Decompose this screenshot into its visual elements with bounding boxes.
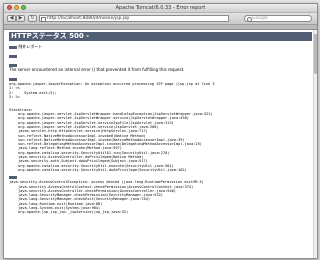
browser-window: Apache Tomcat/6.0.33 - Error report ◀ ▶ … bbox=[3, 3, 318, 259]
message-label bbox=[9, 54, 17, 58]
search-placeholder: Google bbox=[252, 16, 268, 21]
window-title: Apache Tomcat/6.0.33 - Error report bbox=[115, 5, 206, 11]
root-cause-block: java.security.AccessControlException: ac… bbox=[9, 180, 312, 214]
title-bar[interactable]: Apache Tomcat/6.0.33 - Error report bbox=[4, 4, 317, 13]
back-arrow-icon: ◀ bbox=[9, 15, 14, 21]
reload-icon: ↻ bbox=[30, 15, 35, 21]
root-cause-label bbox=[9, 175, 17, 179]
scrollbar-thumb[interactable] bbox=[314, 34, 317, 74]
forward-button[interactable]: ▶ bbox=[16, 15, 25, 22]
search-icon bbox=[247, 17, 252, 22]
browser-toolbar: ◀ ▶ ↻ http://localhost:8080/dmosen/jsp.j… bbox=[4, 13, 317, 25]
stack-frame: org.apache.catalina.security.SecurityUti… bbox=[18, 167, 187, 172]
page-favicon-icon bbox=[41, 17, 46, 22]
forward-arrow-icon: ▶ bbox=[18, 15, 23, 21]
reload-button[interactable]: ↻ bbox=[28, 15, 37, 22]
exception-block: org.apache.jasper.JasperException: An ex… bbox=[9, 82, 312, 172]
url-text: http://localhost:8080/dmosen/jsp.jsp bbox=[47, 16, 130, 21]
search-input[interactable]: Google bbox=[244, 15, 312, 22]
type-value: 例外レポート bbox=[18, 44, 43, 49]
back-button[interactable]: ◀ bbox=[7, 15, 16, 22]
page-title: HTTPステータス 500 - bbox=[9, 32, 312, 41]
vertical-scrollbar[interactable] bbox=[313, 30, 317, 258]
root-cause-label-row bbox=[9, 174, 312, 179]
exception-label-row bbox=[9, 76, 312, 81]
stack-frame: org.apache.jsp.jsp_jsp._jspService(jsp_j… bbox=[18, 210, 129, 215]
source-line: 3: %> bbox=[9, 94, 20, 99]
exception-label bbox=[9, 77, 17, 81]
type-label bbox=[9, 45, 17, 49]
desktop: Apache Tomcat/6.0.33 - Error report ◀ ▶ … bbox=[0, 0, 320, 260]
page-content: HTTPステータス 500 - 例外レポート The server encoun… bbox=[4, 30, 317, 258]
address-bar[interactable]: http://localhost:8080/dmosen/jsp.jsp bbox=[39, 15, 229, 22]
